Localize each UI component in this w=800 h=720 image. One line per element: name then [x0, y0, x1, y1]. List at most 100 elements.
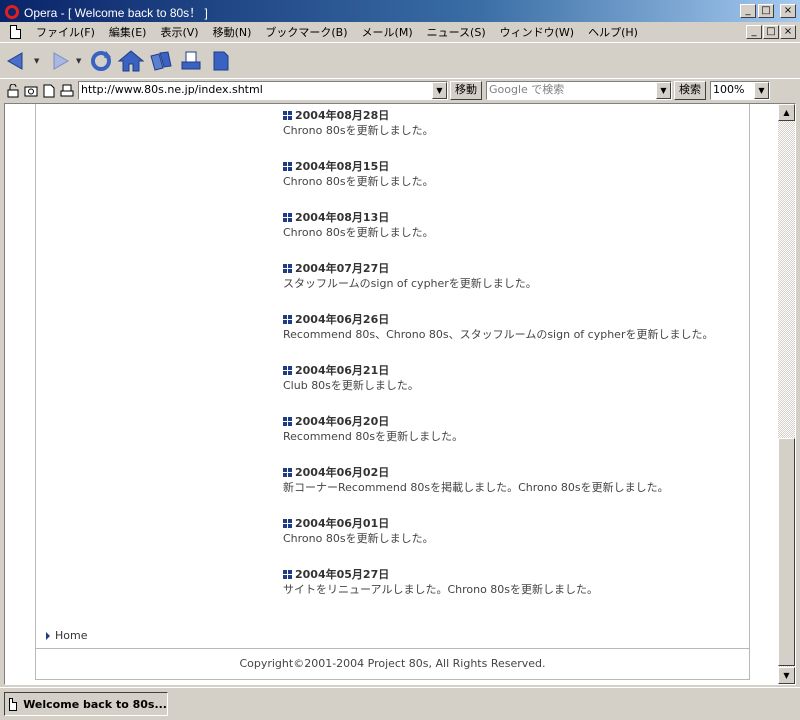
url-history-dropdown[interactable]: ▼: [432, 82, 447, 99]
news-text: Recommend 80s、Chrono 80s、スタッフルームのsign of…: [283, 328, 714, 341]
print-icon: [181, 51, 201, 69]
news-text: Recommend 80sを更新しました。: [283, 430, 464, 443]
print-button[interactable]: [178, 48, 204, 74]
news-date-text: 2004年07月27日: [295, 262, 390, 275]
vertical-scrollbar[interactable]: ▲ ▼: [778, 104, 795, 684]
menu-bar: ファイル(F) 編集(E) 表示(V) 移動(N) ブックマーク(B) メール(…: [0, 22, 800, 42]
news-date: 2004年05月27日: [283, 566, 743, 582]
menu-help[interactable]: ヘルプ(H): [581, 24, 645, 40]
mdi-restore-button[interactable]: □: [763, 25, 779, 39]
tab-bar: Welcome back to 80s...: [0, 687, 800, 720]
search-button[interactable]: 検索: [674, 81, 706, 100]
window-title: Opera - [ Welcome back to 80s！ ]: [24, 5, 208, 20]
lock-icon: [7, 83, 19, 97]
bullet-icon: [283, 110, 292, 120]
page-icon[interactable]: [10, 25, 21, 39]
news-date: 2004年08月15日: [283, 158, 743, 174]
news-date-text: 2004年06月01日: [295, 517, 390, 530]
news-date-text: 2004年08月15日: [295, 160, 390, 173]
page-icon: [9, 697, 18, 711]
news-date: 2004年06月01日: [283, 515, 743, 531]
reload-icon: [91, 50, 111, 71]
back-history-dropdown[interactable]: ▼: [34, 57, 42, 65]
reload-button[interactable]: [88, 48, 114, 74]
bullet-icon: [283, 467, 292, 477]
url-field[interactable]: http://www.80s.ne.jp/index.shtml ▼: [78, 81, 448, 100]
home-link-label: Home: [55, 629, 88, 642]
news-date-text: 2004年06月26日: [295, 313, 390, 326]
news-date-text: 2004年06月21日: [295, 364, 390, 377]
new-page-button[interactable]: [208, 48, 234, 74]
page-info-button[interactable]: [40, 82, 58, 100]
news-date: 2004年06月21日: [283, 362, 743, 378]
zoom-dropdown[interactable]: ▼: [754, 82, 769, 99]
zoom-select[interactable]: 100% ▼: [710, 81, 770, 100]
news-item: 2004年06月20日 Recommend 80sを更新しました。: [283, 408, 743, 459]
home-link[interactable]: Home: [46, 629, 87, 642]
news-list: 2004年08月28日 Chrono 80sを更新しました。 2004年08月1…: [283, 104, 743, 612]
zoom-value: 100%: [713, 83, 745, 96]
scroll-thumb[interactable]: [778, 438, 795, 666]
mdi-minimize-button[interactable]: _: [746, 25, 762, 39]
news-item: 2004年08月13日 Chrono 80sを更新しました。: [283, 204, 743, 255]
minimize-button[interactable]: _: [740, 4, 756, 18]
news-date-text: 2004年05月27日: [295, 568, 390, 581]
scroll-down-button[interactable]: ▼: [778, 667, 795, 684]
menu-file[interactable]: ファイル(F): [29, 24, 102, 40]
close-button[interactable]: ×: [780, 4, 796, 18]
news-item: 2004年07月27日 スタッフルームのsign of cypherを更新しまし…: [283, 255, 743, 306]
news-date: 2004年06月26日: [283, 311, 743, 327]
forward-button[interactable]: [46, 48, 72, 74]
scroll-up-button[interactable]: ▲: [778, 104, 795, 121]
tab-page[interactable]: Welcome back to 80s...: [4, 692, 168, 716]
news-date: 2004年06月02日: [283, 464, 743, 480]
home-button[interactable]: [118, 48, 144, 74]
hotlist-button[interactable]: [148, 48, 174, 74]
mdi-controls: _ □ ×: [746, 25, 796, 39]
forward-history-dropdown[interactable]: ▼: [76, 57, 84, 65]
home-icon: [118, 49, 144, 71]
news-item: 2004年05月27日 サイトをリニューアルしました。Chrono 80sを更新…: [283, 561, 743, 612]
menu-window[interactable]: ウィンドウ(W): [493, 24, 581, 40]
maximize-button[interactable]: □: [758, 4, 774, 18]
security-button[interactable]: [4, 82, 22, 100]
menu-mail[interactable]: メール(M): [355, 24, 420, 40]
news-item: 2004年08月15日 Chrono 80sを更新しました。: [283, 153, 743, 204]
page-icon: [43, 84, 55, 97]
bullet-icon: [283, 314, 292, 324]
menu-navigate[interactable]: 移動(N): [206, 24, 259, 40]
menu-view[interactable]: 表示(V): [153, 24, 205, 40]
back-icon: [6, 51, 23, 70]
menu-news[interactable]: ニュース(S): [420, 24, 493, 40]
url-text: http://www.80s.ne.jp/index.shtml: [81, 83, 263, 96]
tab-label: Welcome back to 80s...: [23, 697, 167, 711]
search-placeholder: Google で検索: [489, 83, 565, 96]
news-date: 2004年08月13日: [283, 209, 743, 225]
mdi-close-button[interactable]: ×: [780, 25, 796, 39]
menu-edit[interactable]: 編集(E): [102, 24, 154, 40]
address-bar: http://www.80s.ne.jp/index.shtml ▼ 移動 Go…: [0, 78, 800, 102]
back-button[interactable]: [4, 48, 30, 74]
news-item: 2004年06月01日 Chrono 80sを更新しました。: [283, 510, 743, 561]
bullet-icon: [283, 416, 292, 426]
page-content: 2004年08月28日 Chrono 80sを更新しました。 2004年08月1…: [4, 103, 796, 685]
document-icon: [213, 51, 229, 70]
bullet-icon: [283, 161, 292, 171]
camera-button[interactable]: [22, 82, 40, 100]
news-text: Chrono 80sを更新しました。: [283, 175, 434, 188]
search-engine-dropdown[interactable]: ▼: [656, 82, 671, 99]
news-date-text: 2004年06月20日: [295, 415, 390, 428]
search-field[interactable]: Google で検索 ▼: [486, 81, 672, 100]
print-preview-button[interactable]: [58, 82, 76, 100]
printer-icon: [60, 84, 74, 96]
news-text: Chrono 80sを更新しました。: [283, 226, 434, 239]
news-item: 2004年08月28日 Chrono 80sを更新しました。: [283, 104, 743, 153]
news-item: 2004年06月02日 新コーナーRecommend 80sを掲載しました。Ch…: [283, 459, 743, 510]
bullet-icon: [283, 518, 292, 528]
go-button[interactable]: 移動: [450, 81, 482, 100]
menu-bookmarks[interactable]: ブックマーク(B): [258, 24, 354, 40]
news-item: 2004年06月21日 Club 80sを更新しました。: [283, 357, 743, 408]
title-bar: Opera - [ Welcome back to 80s！ ] _ □ ×: [0, 0, 800, 24]
news-item: 2004年06月26日 Recommend 80s、Chrono 80s、スタッ…: [283, 306, 743, 357]
footer-copyright: Copyright©2001-2004 Project 80s, All Rig…: [35, 648, 750, 680]
